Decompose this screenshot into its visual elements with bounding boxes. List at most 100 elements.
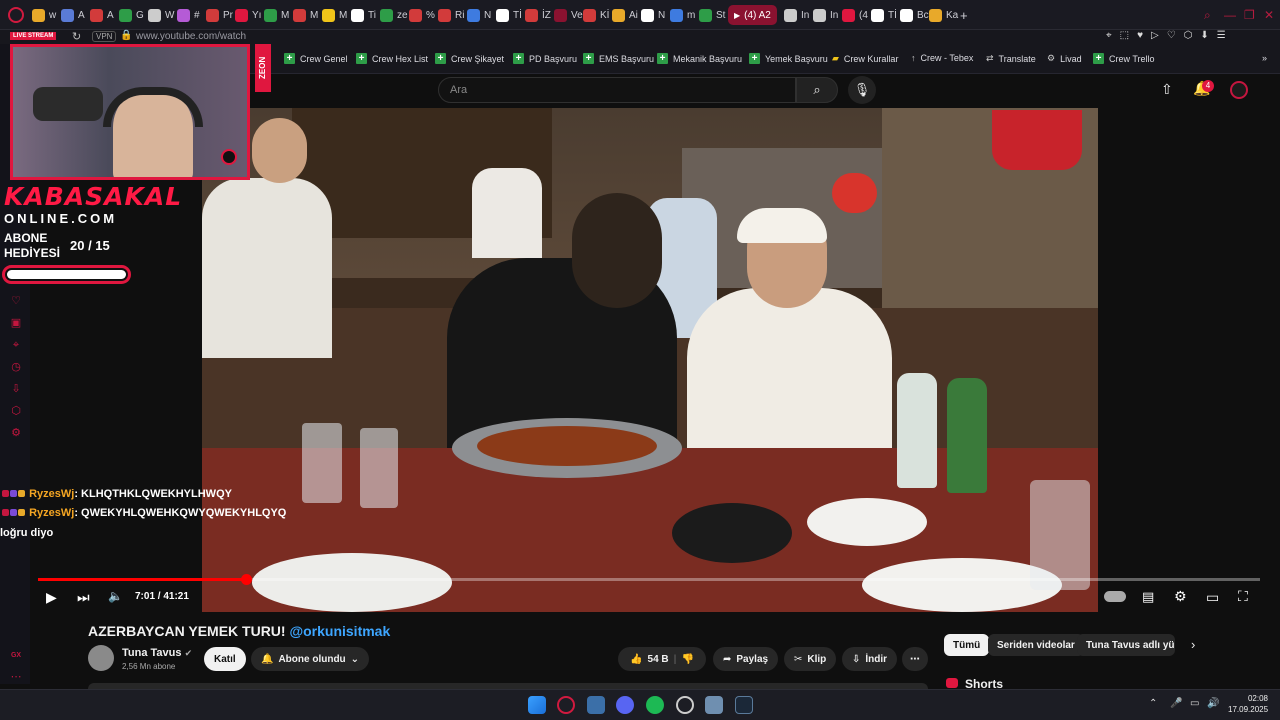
bookmark-item[interactable]: ↑ Crew - Tebex bbox=[911, 53, 973, 63]
like-icon[interactable]: 👍 bbox=[630, 654, 642, 665]
browser-tab[interactable]: In bbox=[813, 5, 838, 25]
browser-tab[interactable]: Ka bbox=[929, 5, 958, 25]
url-field[interactable]: www.youtube.com/watch bbox=[136, 31, 246, 42]
minimize-icon[interactable]: — bbox=[1224, 8, 1236, 22]
bookmark-item[interactable]: + Crew Genel bbox=[284, 53, 348, 64]
browser-tab[interactable]: N bbox=[641, 5, 665, 25]
volume-icon[interactable]: 🔈 bbox=[108, 589, 123, 603]
dislike-icon[interactable]: 👎 bbox=[681, 654, 693, 665]
play-icon[interactable]: ▶ bbox=[46, 589, 57, 606]
browser-tab[interactable]: Tİ bbox=[496, 5, 522, 25]
bookmark-item[interactable]: ▰ Crew Kurallar bbox=[832, 53, 898, 64]
browser-tab[interactable]: Ve bbox=[554, 5, 583, 25]
clip-button[interactable]: ✂ Klip bbox=[784, 647, 837, 671]
opera-gx-taskbar-icon[interactable] bbox=[557, 696, 575, 714]
new-tab-button[interactable]: + bbox=[960, 5, 968, 25]
bookmark-item[interactable]: + Yemek Başvuru bbox=[749, 53, 828, 64]
voice-search-button[interactable]: 🎙 bbox=[848, 76, 876, 104]
history-icon[interactable]: ◷ bbox=[10, 361, 22, 373]
tray-mic-icon[interactable]: 🎤 bbox=[1170, 698, 1182, 709]
browser-tab[interactable]: m bbox=[670, 5, 695, 25]
windows-start-icon[interactable] bbox=[528, 696, 546, 714]
browser-tab[interactable]: M bbox=[293, 5, 318, 25]
sidebar-settings-icon[interactable]: ⚙ bbox=[10, 427, 22, 439]
search-input[interactable]: Ara bbox=[438, 77, 796, 103]
browser-tab[interactable]: In bbox=[784, 5, 809, 25]
app2-taskbar-icon[interactable] bbox=[676, 696, 694, 714]
browser-tab[interactable]: # bbox=[177, 5, 200, 25]
clock-time[interactable]: 02:08 bbox=[1246, 694, 1268, 703]
discord-taskbar-icon[interactable] bbox=[616, 696, 634, 714]
next-video-icon[interactable]: ⏭ bbox=[77, 589, 90, 606]
browser-tab[interactable]: Ri bbox=[438, 5, 464, 25]
theater-mode-icon[interactable]: ▭ bbox=[1206, 589, 1219, 606]
browser-tab[interactable]: İZ bbox=[525, 5, 551, 25]
join-button[interactable]: Katıl bbox=[204, 647, 246, 671]
steam-taskbar-icon[interactable] bbox=[735, 696, 753, 714]
maximize-icon[interactable]: ❐ bbox=[1244, 8, 1255, 22]
browser-tab[interactable]: % bbox=[409, 5, 435, 25]
browser-tab[interactable]: Ai bbox=[612, 5, 638, 25]
browser-tab[interactable]: (4 bbox=[842, 5, 868, 25]
browser-tab[interactable]: Yı bbox=[235, 5, 261, 25]
bookmark-item[interactable]: + Mekanik Başvuru bbox=[657, 53, 742, 64]
clock-date[interactable]: 17.09.2025 bbox=[1228, 705, 1268, 714]
bookmarks-overflow-icon[interactable]: » bbox=[1262, 53, 1267, 63]
tray-display-icon[interactable]: ▭ bbox=[1190, 698, 1199, 709]
share-button[interactable]: ➦ Paylaş bbox=[713, 647, 779, 671]
vpn-badge[interactable]: VPN bbox=[92, 31, 117, 42]
subscribed-button[interactable]: 🔔 Abone olundu ⌄ bbox=[251, 647, 370, 671]
browser-tab[interactable]: A bbox=[90, 5, 114, 25]
toolbar-extension-icons[interactable]: ⌖⬚♥▷♡⬡⬇☰ bbox=[1106, 30, 1234, 41]
video-frame[interactable]: i bbox=[202, 108, 1098, 612]
browser-tab[interactable]: Tİ bbox=[871, 5, 897, 25]
channel-name[interactable]: Tuna Tavus ✔ bbox=[122, 647, 192, 659]
search-tabs-icon[interactable]: ⌕ bbox=[1204, 8, 1211, 23]
browser-tab[interactable]: Pr bbox=[206, 5, 233, 25]
browser-tab[interactable]: Kİ bbox=[583, 5, 609, 25]
spotify-taskbar-icon[interactable] bbox=[646, 696, 664, 714]
chevron-right-icon[interactable]: › bbox=[1191, 637, 1195, 652]
reload-icon[interactable]: ↻ bbox=[72, 30, 81, 43]
more-icon[interactable]: ⋯ bbox=[10, 671, 22, 683]
bookmark-item[interactable]: + Crew Trello bbox=[1093, 53, 1155, 64]
account-avatar[interactable] bbox=[1230, 81, 1248, 99]
autoplay-toggle[interactable] bbox=[1104, 591, 1126, 602]
download-button[interactable]: ⇩ İndir bbox=[842, 647, 898, 671]
video-title-mention[interactable]: @orkunisitmak bbox=[289, 623, 390, 639]
search-button[interactable]: ⌕ bbox=[796, 77, 838, 103]
subtitles-icon[interactable]: ▤ bbox=[1142, 589, 1154, 605]
chip-all[interactable]: Tümü bbox=[944, 634, 990, 656]
upload-icon[interactable]: ⇧ bbox=[1161, 81, 1173, 98]
bookmark-item[interactable]: ⇄ Translate bbox=[986, 53, 1036, 64]
app-taskbar-icon[interactable] bbox=[587, 696, 605, 714]
browser-tab[interactable]: G bbox=[119, 5, 144, 25]
browser-tab[interactable]: St bbox=[699, 5, 725, 25]
like-count[interactable]: 54 B bbox=[648, 654, 669, 665]
channel-avatar[interactable] bbox=[88, 645, 114, 671]
browser-tab-active[interactable]: ▶ (4) A2 bbox=[728, 5, 777, 25]
browser-tab[interactable]: w bbox=[32, 5, 56, 25]
downloads-icon[interactable]: ⇩ bbox=[10, 383, 22, 395]
browser-tab[interactable]: M bbox=[322, 5, 347, 25]
browser-tab[interactable]: N bbox=[467, 5, 491, 25]
bookmark-item[interactable]: ⚙ Livad bbox=[1047, 53, 1082, 64]
chip-series[interactable]: Seriden videolar bbox=[988, 634, 1084, 656]
gx-label[interactable]: GX bbox=[10, 650, 22, 662]
browser-tab[interactable]: A bbox=[61, 5, 85, 25]
more-actions-button[interactable]: ⋯ bbox=[902, 647, 928, 671]
tray-chevron-icon[interactable]: ⌃ bbox=[1149, 698, 1157, 709]
heart-icon[interactable]: ♡ bbox=[10, 295, 22, 307]
bookmark-item[interactable]: + Crew Hex List bbox=[356, 53, 428, 64]
bookmark-item[interactable]: + PD Başvuru bbox=[513, 53, 577, 64]
browser-tab[interactable]: W bbox=[148, 5, 174, 25]
bookmark-item[interactable]: + Crew Şikayet bbox=[435, 53, 504, 64]
close-icon[interactable]: ✕ bbox=[1264, 8, 1274, 22]
extensions-icon[interactable]: ⬡ bbox=[10, 405, 22, 417]
pin-icon[interactable]: ⌖ bbox=[10, 339, 22, 351]
news-icon[interactable]: ▣ bbox=[10, 317, 22, 329]
fullscreen-icon[interactable]: ⛶ bbox=[1238, 588, 1248, 605]
opera-gx-logo-icon[interactable] bbox=[8, 7, 24, 23]
chip-channel-uploads[interactable]: Tuna Tavus adlı yükle bbox=[1077, 634, 1175, 656]
progress-scrubber-handle[interactable] bbox=[240, 574, 252, 585]
